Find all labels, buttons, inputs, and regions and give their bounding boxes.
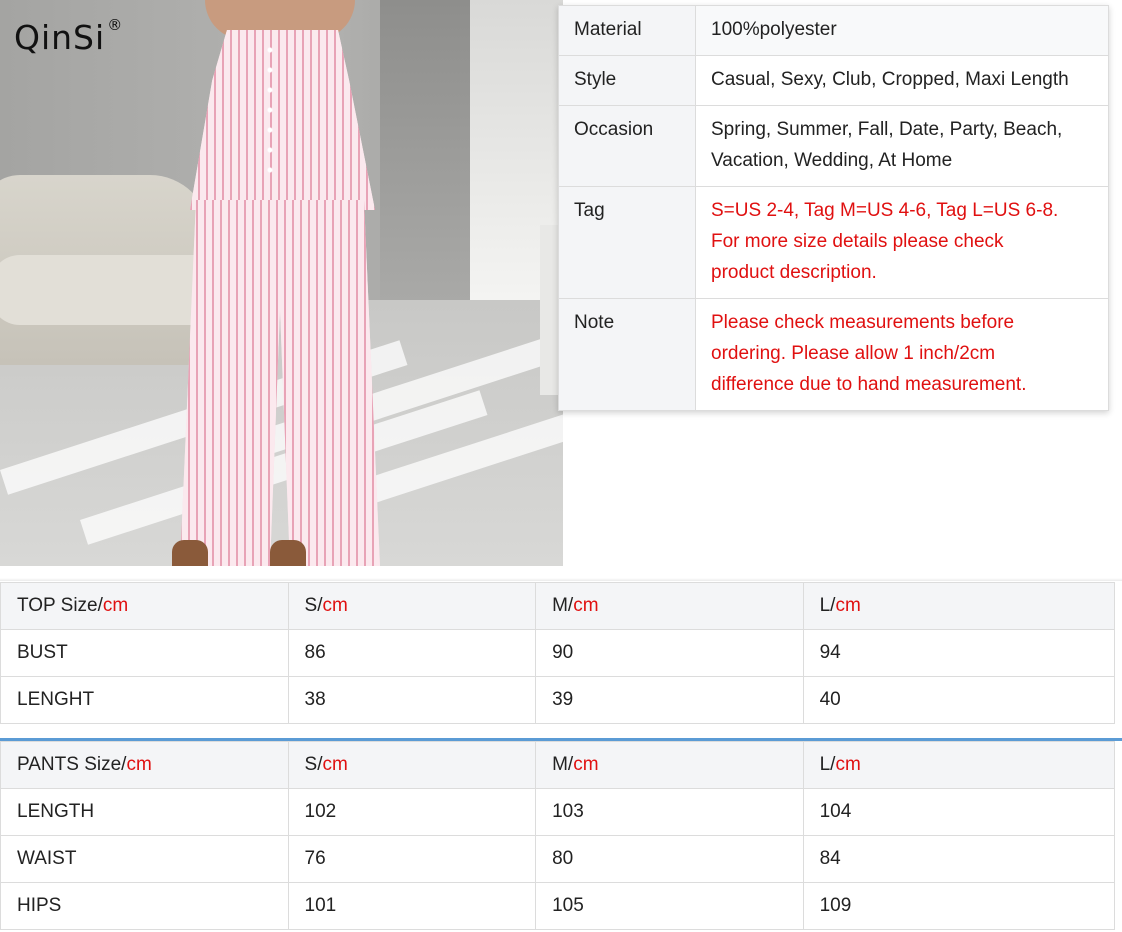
table-row: LENGTH 102 103 104	[0, 788, 1116, 836]
row-label: LENGTH	[0, 788, 289, 836]
table-cell: 39	[535, 676, 804, 724]
header-cell: TOP Size/cm	[0, 582, 289, 630]
row-label: LENGHT	[0, 676, 289, 724]
info-key: Note	[558, 298, 696, 411]
info-value: 100%polyester	[695, 5, 1109, 56]
row-label: HIPS	[0, 882, 289, 930]
product-photo: QinSi ®	[0, 0, 563, 566]
row-label: BUST	[0, 629, 289, 677]
info-value-line: ordering. Please allow 1 inch/2cm	[711, 343, 996, 364]
table-cell: 76	[287, 835, 537, 883]
info-row-material: Material 100%polyester	[558, 5, 1109, 56]
header-cell: PANTS Size/cm	[0, 741, 289, 789]
pants-size-table: PANTS Size/cm S/cm M/cm L/cm LENGTH 102 …	[0, 741, 1116, 930]
info-value-line: product description.	[711, 262, 877, 283]
info-value-line: Please check measurements before	[711, 312, 1015, 333]
header-cell: S/cm	[287, 741, 537, 789]
info-value-line: Vacation, Wedding, At Home	[711, 150, 953, 171]
info-key: Occasion	[558, 105, 696, 187]
brand-logo-text: QinSi	[14, 18, 106, 57]
info-value: Casual, Sexy, Club, Cropped, Maxi Length	[695, 55, 1109, 106]
table-cell: 40	[802, 676, 1116, 724]
table-cell: 94	[802, 629, 1116, 677]
info-key: Style	[558, 55, 696, 106]
info-row-occasion: Occasion Spring, Summer, Fall, Date, Par…	[558, 105, 1109, 187]
info-row-note: Note Please check measurements before ord…	[558, 298, 1109, 411]
registered-mark: ®	[107, 16, 124, 34]
header-unit: cm	[573, 754, 599, 775]
info-value-line: For more size details please check	[711, 231, 1004, 252]
header-unit: cm	[126, 754, 152, 775]
header-label: M/	[552, 754, 574, 775]
table-cell: 38	[287, 676, 537, 724]
brand-logo: QinSi ®	[14, 16, 124, 57]
info-value-line: 100%polyester	[711, 19, 837, 40]
table-cell: 109	[802, 882, 1116, 930]
header-label: PANTS Size/	[17, 754, 127, 775]
striped-pants	[180, 200, 380, 566]
header-unit: cm	[573, 595, 599, 616]
header-label: TOP Size/	[17, 595, 103, 616]
info-key: Tag	[558, 186, 696, 299]
header-label: M/	[552, 595, 574, 616]
info-row-tag: Tag S=US 2-4, Tag M=US 4-6, Tag L=US 6-8…	[558, 186, 1109, 299]
table-row: WAIST 76 80 84	[0, 835, 1116, 883]
table-row: BUST 86 90 94	[0, 629, 1116, 677]
table-header-row: TOP Size/cm S/cm M/cm L/cm	[0, 582, 1116, 630]
shoe	[172, 540, 208, 566]
header-cell: S/cm	[287, 582, 537, 630]
table-cell: 102	[287, 788, 537, 836]
info-key: Material	[558, 5, 696, 56]
header-cell: M/cm	[535, 741, 804, 789]
info-value: S=US 2-4, Tag M=US 4-6, Tag L=US 6-8. For…	[695, 186, 1109, 299]
header-unit: cm	[322, 754, 348, 775]
top-buttons	[267, 40, 273, 180]
striped-top	[190, 30, 375, 210]
header-unit: cm	[835, 754, 861, 775]
header-cell: M/cm	[535, 582, 804, 630]
table-header-row: PANTS Size/cm S/cm M/cm L/cm	[0, 741, 1116, 789]
table-cell: 105	[535, 882, 804, 930]
row-label: WAIST	[0, 835, 289, 883]
header-label: S/	[304, 595, 323, 616]
top-size-table: TOP Size/cm S/cm M/cm L/cm BUST 86 90 94…	[0, 582, 1116, 724]
table-cell: 84	[802, 835, 1116, 883]
table-row: HIPS 101 105 109	[0, 882, 1116, 930]
table-cell: 101	[287, 882, 537, 930]
header-label: L/	[819, 754, 836, 775]
model-figure	[150, 0, 410, 566]
info-row-style: Style Casual, Sexy, Club, Cropped, Maxi …	[558, 55, 1109, 106]
table-cell: 90	[535, 629, 804, 677]
header-label: L/	[819, 595, 836, 616]
header-unit: cm	[102, 595, 129, 616]
info-value-line: Casual, Sexy, Club, Cropped, Maxi Length	[711, 69, 1069, 90]
header-cell: L/cm	[802, 582, 1116, 630]
header-unit: cm	[322, 595, 348, 616]
info-value: Please check measurements before ordering…	[695, 298, 1109, 411]
header-unit: cm	[835, 595, 861, 616]
info-value-line: Spring, Summer, Fall, Date, Party, Beach…	[711, 119, 1063, 140]
table-cell: 86	[287, 629, 537, 677]
table-cell: 104	[802, 788, 1116, 836]
info-value-line: difference due to hand measurement.	[711, 374, 1027, 395]
shoe	[270, 540, 306, 566]
table-shadow	[0, 578, 1122, 581]
info-value-line: S=US 2-4, Tag M=US 4-6, Tag L=US 6-8.	[711, 200, 1059, 221]
product-info-table: Material 100%polyester Style Casual, Sex…	[558, 5, 1109, 411]
info-value: Spring, Summer, Fall, Date, Party, Beach…	[695, 105, 1109, 187]
table-cell: 80	[535, 835, 804, 883]
header-cell: L/cm	[802, 741, 1116, 789]
header-label: S/	[304, 754, 323, 775]
table-cell: 103	[535, 788, 804, 836]
table-row: LENGHT 38 39 40	[0, 676, 1116, 724]
